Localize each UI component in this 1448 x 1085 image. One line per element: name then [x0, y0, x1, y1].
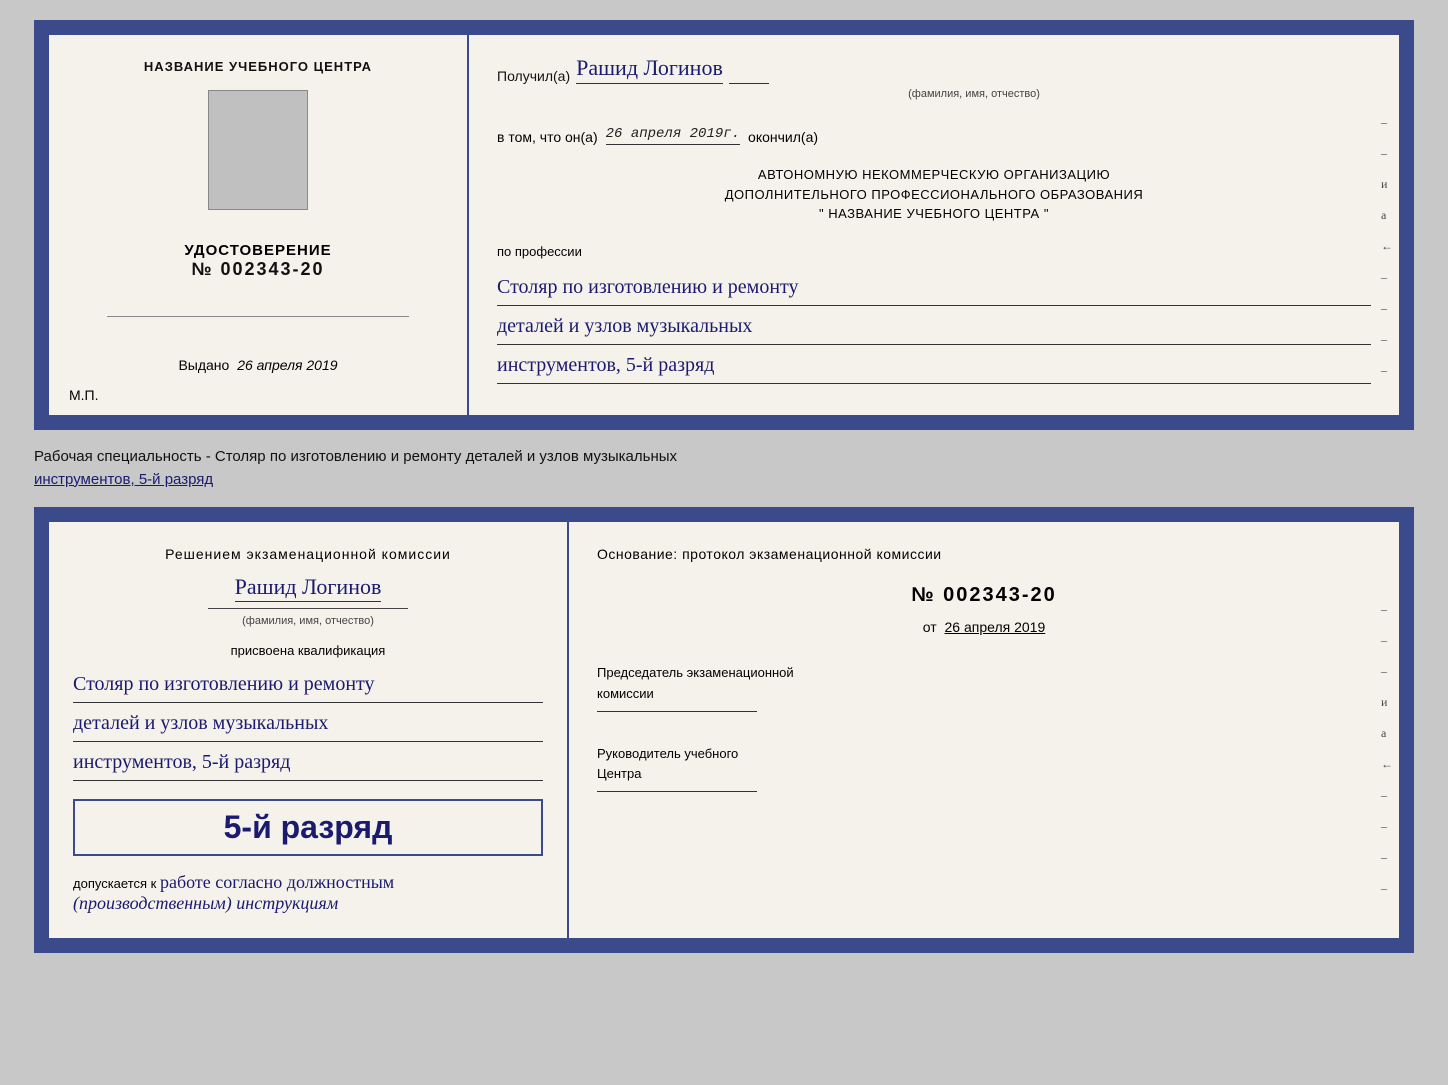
vtom-row: в том, что он(а) 26 апреля 2019г. окончи… [497, 126, 1371, 145]
rukovoditel-block: Руководитель учебного Центра [597, 744, 1371, 793]
recipient-name: Рашид Логинов [576, 55, 723, 84]
bottom-recipient-name: Рашид Логинов [235, 574, 382, 602]
poluchil-row: Получил(а) Рашид Логинов [497, 55, 1371, 84]
profession-handwritten: Столяр по изготовлению и ремонту деталей… [497, 269, 1371, 386]
predsedatel-block: Председатель экзаменационной комиссии [597, 663, 1371, 712]
bottom-profession-handwritten: Столяр по изготовлению и ремонту деталей… [73, 666, 543, 783]
org-block: АВТОНОМНУЮ НЕКОММЕРЧЕСКУЮ ОРГАНИЗАЦИЮ ДО… [497, 165, 1371, 224]
side-decorations: – – и а ← – – – – [1381, 115, 1393, 378]
rank-box: 5-й разряд [73, 799, 543, 856]
predsedatel-signature-line [597, 711, 757, 712]
top-certificate: НАЗВАНИЕ УЧЕБНОГО ЦЕНТРА УДОСТОВЕРЕНИЕ №… [46, 32, 1402, 418]
document-wrapper: НАЗВАНИЕ УЧЕБНОГО ЦЕНТРА УДОСТОВЕРЕНИЕ №… [34, 20, 1414, 953]
resheniem-title: Решением экзаменационной комиссии [73, 546, 543, 562]
prisvoena-label: присвоена квалификация [73, 643, 543, 658]
photo-placeholder [208, 90, 308, 210]
ot-date: от 26 апреля 2019 [597, 619, 1371, 635]
top-cert-title: НАЗВАНИЕ УЧЕБНОГО ЦЕНТРА [144, 59, 372, 74]
bottom-certificate: Решением экзаменационной комиссии Рашид … [46, 519, 1402, 941]
udostoverenie-number: № 002343-20 [184, 259, 331, 280]
bottom-cert-left: Решением экзаменационной комиссии Рашид … [49, 522, 569, 938]
bottom-cert-right: Основание: протокол экзаменационной коми… [569, 522, 1399, 938]
udostoverenie-block: УДОСТОВЕРЕНИЕ № 002343-20 [184, 242, 331, 280]
top-cert-left: НАЗВАНИЕ УЧЕБНОГО ЦЕНТРА УДОСТОВЕРЕНИЕ №… [49, 35, 469, 415]
bottom-side-decorations: – – – и а ← – – – – [1381, 602, 1393, 896]
completion-date: 26 апреля 2019г. [606, 126, 740, 145]
vydano-line: Выдано 26 апреля 2019 [178, 357, 337, 373]
dopuskaetsya-row: допускается к работе согласно должностны… [73, 872, 543, 914]
udostoverenie-label: УДОСТОВЕРЕНИЕ [184, 242, 331, 259]
middle-text: Рабочая специальность - Столяр по изгото… [34, 442, 1414, 495]
rukovoditel-signature-line [597, 791, 757, 792]
protocol-number: № 002343-20 [597, 584, 1371, 607]
mp-label: М.П. [69, 387, 99, 403]
rank-text: 5-й разряд [224, 809, 393, 845]
top-cert-right: Получил(а) Рашид Логинов (фамилия, имя, … [469, 35, 1399, 415]
po-professii-label: по профессии [497, 244, 1371, 259]
osnovanie-title: Основание: протокол экзаменационной коми… [597, 546, 1371, 562]
